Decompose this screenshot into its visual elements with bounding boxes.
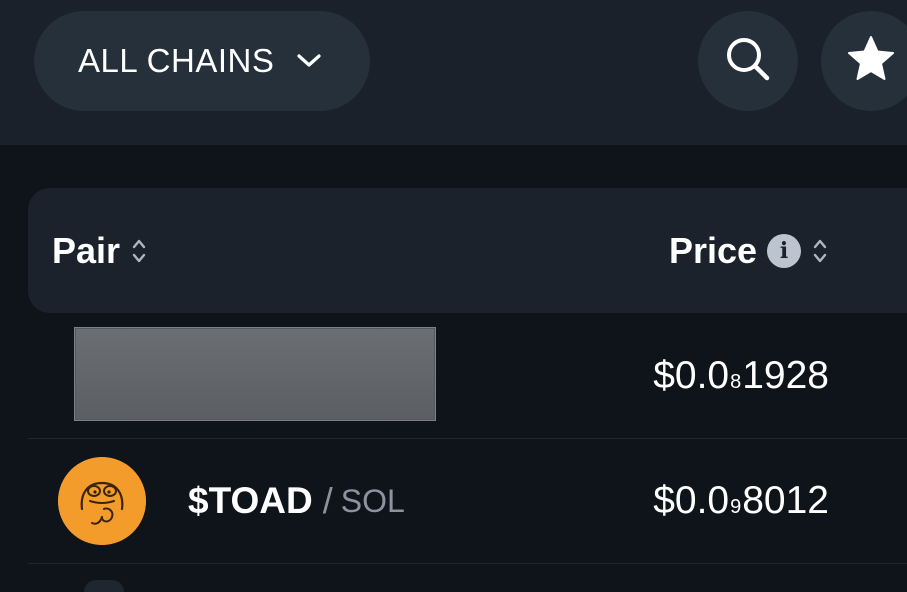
price-prefix: $0.0 — [653, 354, 730, 397]
toad-token-icon — [58, 457, 146, 545]
price-column-header[interactable]: Price i — [669, 188, 827, 313]
price-zero-count: 8 — [730, 370, 742, 393]
price-zero-count: 9 — [730, 495, 742, 518]
pair-column-header[interactable]: Pair — [52, 188, 146, 313]
star-icon — [846, 34, 896, 89]
sort-icon — [132, 236, 146, 266]
search-icon — [723, 34, 773, 89]
price-prefix: $0.0 — [653, 479, 730, 522]
base-token-symbol: $TOAD — [188, 480, 313, 521]
next-row-avatar-partial — [84, 580, 124, 592]
chain-filter-dropdown[interactable]: ALL CHAINS — [34, 11, 370, 111]
sort-icon — [813, 236, 827, 266]
price-column-label: Price — [669, 229, 758, 271]
redacted-pair-block — [74, 327, 436, 421]
search-button[interactable] — [698, 11, 798, 111]
price-digits: 1928 — [742, 354, 829, 397]
pair-column-label: Pair — [52, 229, 121, 271]
pair-name[interactable]: $TOAD / SOL — [188, 439, 405, 563]
table-row[interactable]: $TOAD / SOL $0.0 9 8012 — [28, 439, 907, 564]
quote-token-symbol: SOL — [340, 482, 405, 519]
table-header: Pair Price i — [28, 188, 907, 313]
chain-filter-label: ALL CHAINS — [78, 42, 275, 79]
table-row[interactable]: $0.0 8 1928 — [28, 314, 907, 439]
watchlist-button[interactable] — [821, 11, 907, 111]
top-toolbar: ALL CHAINS — [0, 0, 907, 145]
info-icon[interactable]: i — [767, 233, 802, 268]
pair-price: $0.0 8 1928 — [653, 314, 829, 438]
pair-price: $0.0 9 8012 — [653, 439, 829, 563]
pair-separator: / — [322, 480, 333, 521]
chevron-down-icon — [296, 51, 324, 71]
price-digits: 8012 — [742, 479, 829, 522]
